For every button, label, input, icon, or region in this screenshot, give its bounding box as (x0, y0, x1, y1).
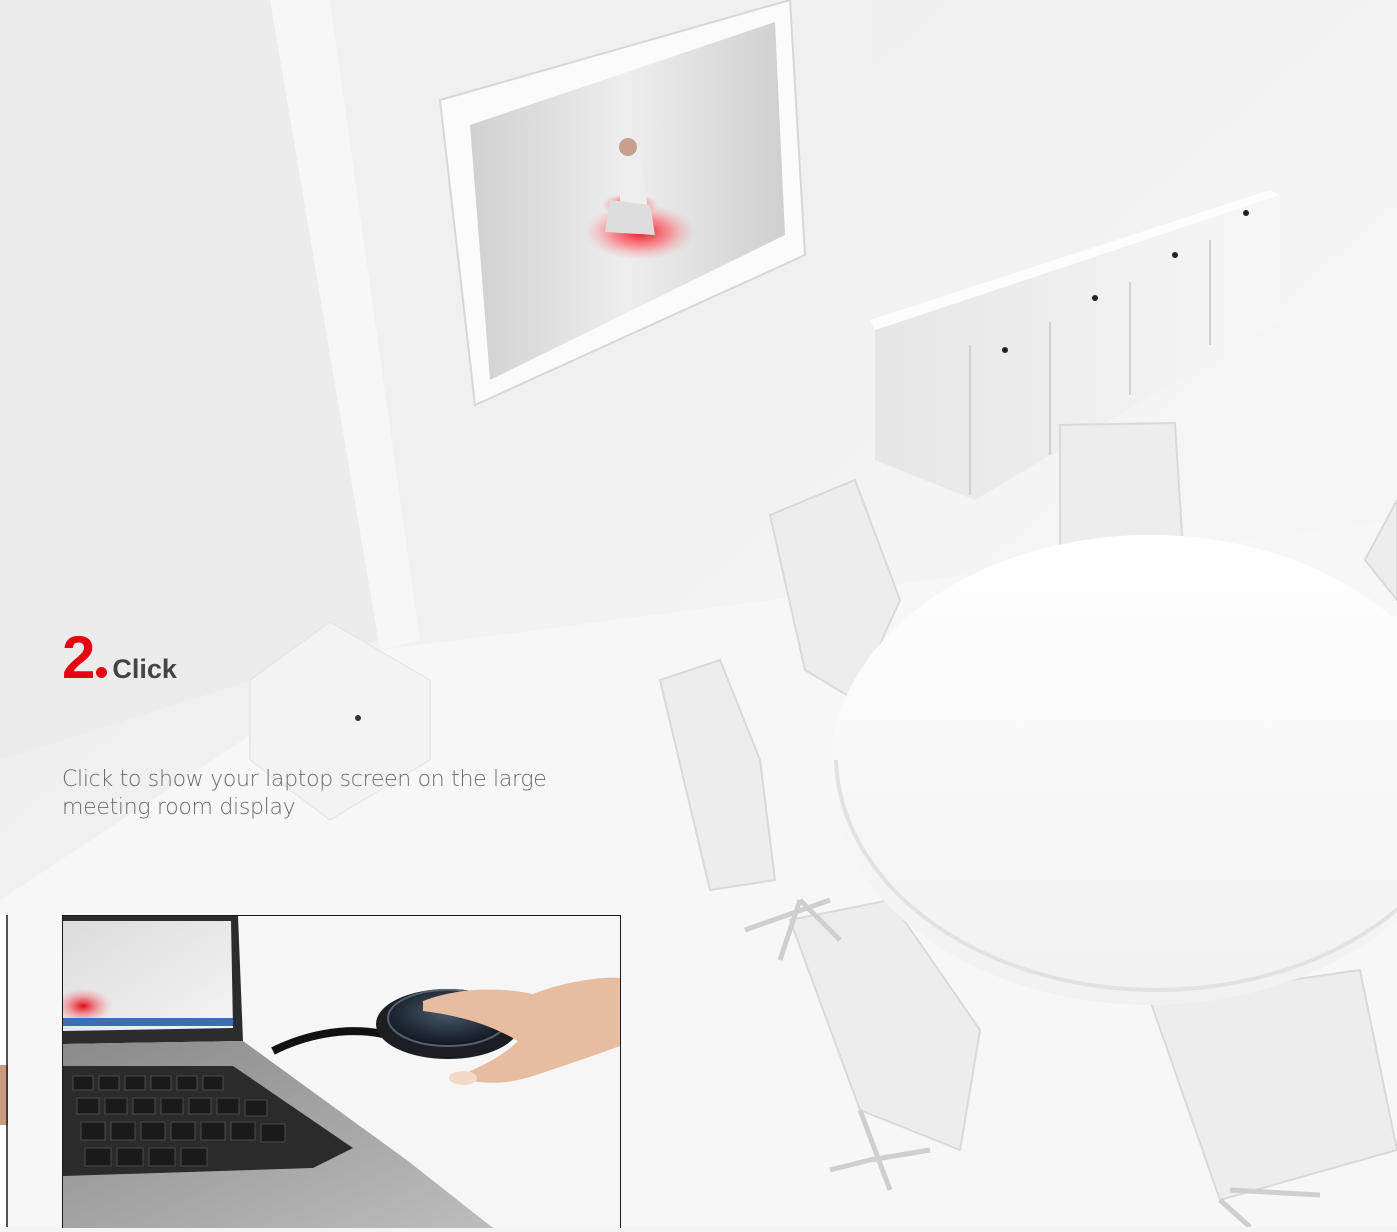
adjacent-photo-edge (0, 915, 8, 1227)
step-description: Click to show your laptop screen on the … (62, 767, 547, 820)
step-title: Click (112, 654, 177, 684)
step-heading: 2 Click (62, 628, 177, 688)
step-dot (96, 667, 108, 678)
laptop-button-photo (62, 915, 621, 1228)
step-number: 2 (62, 624, 95, 691)
